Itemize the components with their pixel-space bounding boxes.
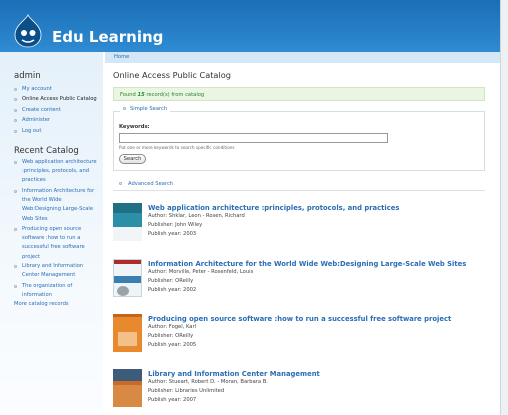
simple-search-legend[interactable]: Simple Search bbox=[120, 106, 171, 112]
breadcrumb-home-link[interactable]: Home bbox=[114, 54, 129, 60]
bullet-icon bbox=[14, 190, 17, 193]
book-cover-image[interactable] bbox=[113, 369, 142, 407]
expand-icon bbox=[119, 182, 122, 185]
book-title-link[interactable]: Library and Information Center Managemen… bbox=[148, 370, 320, 378]
advanced-search-divider bbox=[113, 190, 485, 191]
book-title-link[interactable]: Producing open source software :how to r… bbox=[148, 315, 451, 323]
book-publish-year: Publish year: 2002 bbox=[148, 287, 197, 293]
site-name[interactable]: Edu Learning bbox=[52, 28, 163, 46]
book-title-link[interactable]: Web application architecture :principles… bbox=[148, 204, 399, 212]
recent-item-library-management[interactable]: Library and Information Center Managemen… bbox=[14, 262, 83, 280]
collapse-icon bbox=[123, 107, 126, 110]
book-publisher: Publisher: John Wiley bbox=[148, 222, 203, 228]
book-cover-image[interactable] bbox=[113, 203, 142, 241]
bullet-icon bbox=[14, 285, 17, 288]
bullet-icon bbox=[14, 109, 17, 112]
book-publisher: Publisher: Libraries Unlimited bbox=[148, 388, 225, 394]
book-title-link[interactable]: Information Architecture for the World W… bbox=[148, 260, 466, 268]
bullet-icon bbox=[14, 119, 17, 122]
more-catalog-records-link[interactable]: More catalog records bbox=[14, 301, 69, 307]
site-header: Edu Learning bbox=[0, 0, 508, 52]
menu-item-my-account[interactable]: My account bbox=[14, 85, 52, 94]
book-publish-year: Publish year: 2003 bbox=[148, 231, 197, 237]
advanced-search-toggle[interactable]: Advanced Search bbox=[119, 181, 173, 187]
status-message: Found 15 record(s) from catalog bbox=[113, 87, 485, 101]
page-scrollbar[interactable] bbox=[500, 0, 508, 415]
book-author: Author: Morville, Peter - Rosenfeld, Lou… bbox=[148, 269, 254, 275]
book-publish-year: Publish year: 2007 bbox=[148, 397, 197, 403]
menu-item-administer[interactable]: Administer bbox=[14, 116, 50, 125]
menu-item-log-out[interactable]: Log out bbox=[14, 127, 41, 136]
user-block-heading: admin bbox=[14, 71, 41, 81]
bullet-icon bbox=[14, 161, 17, 164]
book-cover-image[interactable] bbox=[113, 259, 142, 297]
book-author: Author: Shklar, Leon - Rosen, Richard bbox=[148, 213, 245, 219]
keywords-label: Keywords: bbox=[119, 124, 150, 130]
bullet-icon bbox=[14, 265, 17, 268]
bullet-icon bbox=[14, 88, 17, 91]
breadcrumb-bar: Home bbox=[105, 52, 500, 63]
book-author: Author: Fogel, Karl bbox=[148, 324, 197, 330]
bullet-icon bbox=[14, 130, 17, 133]
book-publisher: Publisher: OReilly bbox=[148, 333, 194, 339]
search-button[interactable]: Search bbox=[119, 154, 146, 164]
recent-item-information-architecture[interactable]: Information Architecture for the World W… bbox=[14, 187, 94, 224]
catalog-item: Information Architecture for the World W… bbox=[113, 259, 493, 305]
book-publish-year: Publish year: 2005 bbox=[148, 342, 197, 348]
bullet-icon bbox=[14, 228, 17, 231]
keywords-hint: Put one or more keywords to search speci… bbox=[119, 145, 235, 150]
menu-item-catalog[interactable]: Online Access Public Catalog bbox=[14, 95, 97, 104]
catalog-item: Producing open source software :how to r… bbox=[113, 314, 493, 360]
recent-item-producing-open-source[interactable]: Producing open source software :how to r… bbox=[14, 225, 85, 262]
catalog-item: Library and Information Center Managemen… bbox=[113, 369, 493, 415]
book-cover-image[interactable] bbox=[113, 314, 142, 352]
bullet-icon bbox=[14, 98, 17, 101]
book-publisher: Publisher: OReilly bbox=[148, 278, 194, 284]
recent-catalog-heading: Recent Catalog bbox=[14, 146, 79, 156]
catalog-item: Web application architecture :principles… bbox=[113, 203, 493, 249]
status-text: Found 15 record(s) from catalog bbox=[120, 91, 205, 98]
menu-item-create-content[interactable]: Create content bbox=[14, 106, 61, 115]
recent-item-web-app-architecture[interactable]: Web application architecture :principles… bbox=[14, 158, 97, 186]
page-title: Online Access Public Catalog bbox=[113, 70, 231, 80]
book-author: Author: Stueart, Robert D. - Moran, Barb… bbox=[148, 379, 268, 385]
recent-item-organization-of-information[interactable]: The organization of information bbox=[14, 282, 72, 300]
keywords-input[interactable] bbox=[119, 133, 388, 143]
drupal-logo-icon[interactable] bbox=[13, 14, 43, 48]
